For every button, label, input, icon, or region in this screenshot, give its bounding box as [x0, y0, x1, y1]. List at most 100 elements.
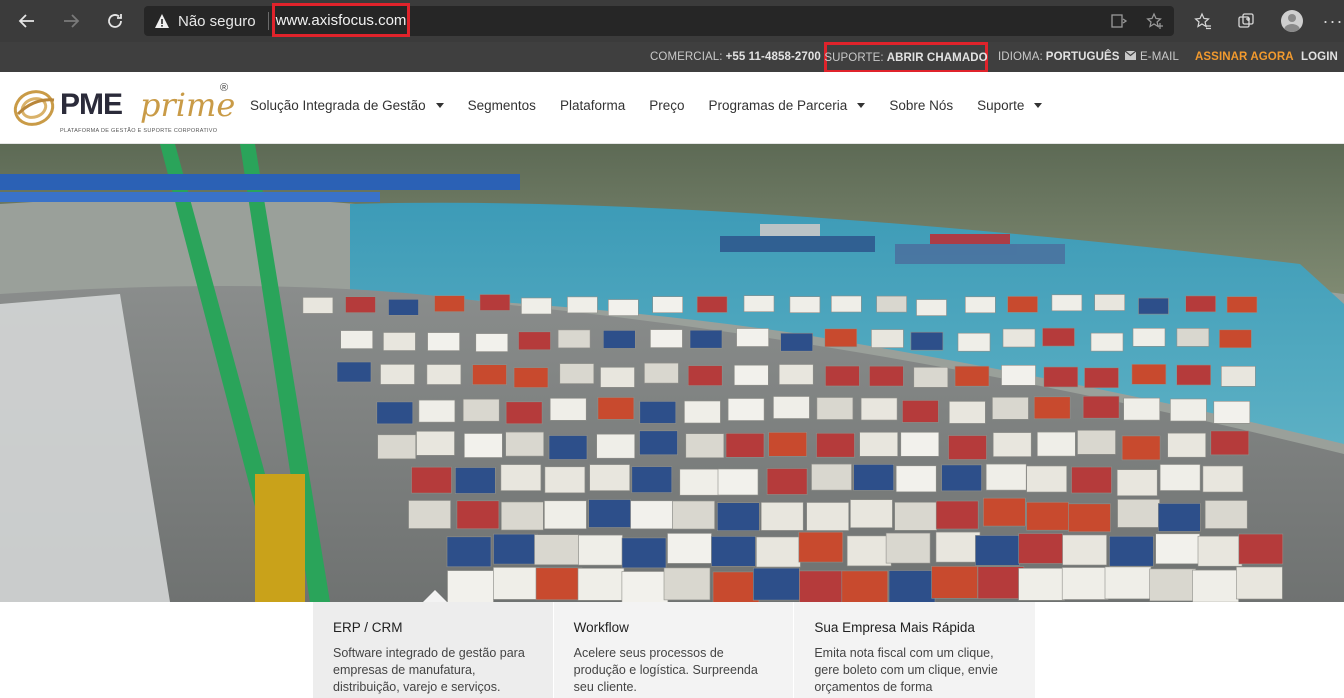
- nav-suporte[interactable]: Suporte: [977, 98, 1043, 113]
- more-options-icon[interactable]: ···: [1318, 6, 1344, 36]
- nav-label[interactable]: Preço: [649, 98, 684, 113]
- shipping-container: [434, 295, 465, 312]
- shipping-container: [752, 567, 800, 601]
- shipping-container: [1116, 469, 1158, 497]
- shipping-container: [910, 331, 944, 351]
- login-link[interactable]: LOGIN: [1301, 42, 1338, 72]
- nav-label[interactable]: Plataforma: [560, 98, 625, 113]
- shipping-container: [535, 567, 583, 601]
- feature-card-workflow[interactable]: Workflow Acelere seus processos de produ…: [553, 602, 795, 698]
- subscribe-now-link[interactable]: ASSINAR AGORA: [1195, 42, 1294, 72]
- shipping-container: [602, 330, 636, 349]
- language-selector[interactable]: IDIOMA: PORTUGUÊS: [998, 42, 1120, 72]
- shipping-container: [1037, 431, 1076, 457]
- support-link-value[interactable]: ABRIR CHAMADO: [887, 52, 988, 64]
- feature-text: Software integrado de gestão para empres…: [333, 646, 525, 694]
- shipping-container: [589, 464, 631, 491]
- nav-label[interactable]: Solução Integrada de Gestão: [250, 98, 426, 113]
- support-link[interactable]: SUPORTE: ABRIR CHAMADO: [824, 43, 987, 73]
- shipping-container: [1170, 398, 1207, 422]
- commercial-label: COMERCIAL:: [650, 51, 723, 63]
- shipping-container: [475, 333, 509, 352]
- nav-preco[interactable]: Preço: [649, 98, 684, 113]
- nav-label[interactable]: Segmentos: [468, 98, 536, 113]
- site-header: PME prime ® PLATAFORMA DE GESTÃO E SUPOR…: [0, 72, 1344, 144]
- reader-mode-icon[interactable]: [1104, 6, 1134, 36]
- nav-label[interactable]: Suporte: [977, 98, 1024, 113]
- shipping-container: [479, 294, 511, 311]
- shipping-container: [383, 332, 416, 351]
- language-label: IDIOMA:: [998, 51, 1043, 63]
- shipping-container: [846, 535, 892, 567]
- active-card-pointer: [423, 590, 447, 602]
- shipping-container: [1117, 499, 1160, 528]
- feature-card-empresa-rapida[interactable]: Sua Empresa Mais Rápida Emita nota fisca…: [794, 602, 1036, 698]
- shipping-container: [1121, 435, 1161, 461]
- address-bar[interactable]: Não seguro www.axisfocus.com: [144, 3, 1174, 37]
- add-favorite-icon[interactable]: [1140, 6, 1170, 36]
- shipping-container: [1192, 569, 1239, 602]
- shipping-container: [789, 296, 821, 313]
- shipping-container: [957, 332, 991, 352]
- shipping-container: [1176, 328, 1210, 347]
- shipping-container: [816, 432, 855, 458]
- shipping-container: [900, 431, 940, 457]
- shipping-container: [773, 396, 810, 419]
- shipping-container: [824, 328, 858, 348]
- logo-registered-mark: ®: [220, 82, 229, 94]
- nav-programas-parceria[interactable]: Programas de Parceria: [709, 98, 866, 113]
- shipping-container: [806, 502, 850, 531]
- shipping-container: [513, 367, 549, 388]
- support-highlight-box[interactable]: SUPORTE: ABRIR CHAMADO: [824, 42, 988, 73]
- nav-segmentos[interactable]: Segmentos: [468, 98, 536, 113]
- feature-card-erp-crm[interactable]: ERP / CRM Software integrado de gestão p…: [313, 602, 554, 698]
- shipping-container: [1042, 327, 1075, 347]
- commercial-phone-value[interactable]: +55 11-4858-2700: [726, 51, 821, 63]
- shipping-container: [411, 466, 452, 494]
- shipping-container: [1204, 500, 1248, 529]
- shipping-container: [685, 433, 725, 459]
- shipping-container: [727, 398, 765, 421]
- collections-icon[interactable]: [1231, 6, 1261, 36]
- reload-icon[interactable]: [100, 6, 130, 36]
- shipping-container: [1219, 329, 1252, 349]
- shipping-container: [462, 398, 500, 422]
- commercial-phone[interactable]: COMERCIAL: +55 11-4858-2700: [650, 42, 821, 72]
- shipping-container: [1062, 534, 1107, 566]
- nav-label[interactable]: Sobre Nós: [889, 98, 953, 113]
- shipping-container: [1033, 396, 1071, 420]
- shipping-container: [841, 570, 889, 602]
- shipping-container: [376, 401, 414, 425]
- email-link[interactable]: E-MAIL: [1124, 42, 1179, 72]
- shipping-container: [871, 329, 904, 348]
- nav-label[interactable]: Programas de Parceria: [709, 98, 848, 113]
- security-label: Não seguro: [178, 12, 256, 30]
- shipping-container: [1123, 397, 1160, 421]
- shipping-container: [493, 567, 540, 600]
- url-text[interactable]: www.axisfocus.com: [276, 12, 407, 29]
- nav-solucao-integrada[interactable]: Solução Integrada de Gestão: [250, 98, 444, 113]
- profile-avatar-icon[interactable]: [1277, 6, 1307, 36]
- favorites-icon[interactable]: [1188, 6, 1218, 36]
- shipping-container: [416, 430, 455, 456]
- forward-arrow-icon[interactable]: [56, 6, 86, 36]
- url-highlight-box[interactable]: www.axisfocus.com: [272, 3, 410, 37]
- shipping-container: [1018, 533, 1064, 564]
- nav-sobre-nos[interactable]: Sobre Nós: [889, 98, 953, 113]
- shipping-container: [1226, 296, 1258, 313]
- back-arrow-icon[interactable]: [12, 6, 42, 36]
- dropdown-caret-icon: [857, 102, 866, 108]
- shipping-container: [733, 364, 769, 386]
- language-value[interactable]: PORTUGUÊS: [1046, 51, 1120, 63]
- nav-plataforma[interactable]: Plataforma: [560, 98, 625, 113]
- dropdown-caret-icon: [435, 102, 444, 108]
- security-indicator[interactable]: Não seguro: [154, 6, 256, 36]
- shipping-container: [825, 365, 860, 387]
- pme-prime-logo[interactable]: PME prime ® PLATAFORMA DE GESTÃO E SUPOR…: [12, 80, 235, 136]
- email-label[interactable]: E-MAIL: [1140, 51, 1179, 63]
- logo-swirl-icon: [13, 90, 55, 126]
- shipping-container: [760, 502, 804, 531]
- shipping-container: [1158, 503, 1201, 532]
- shipping-container: [518, 331, 551, 351]
- shipping-container: [717, 468, 759, 496]
